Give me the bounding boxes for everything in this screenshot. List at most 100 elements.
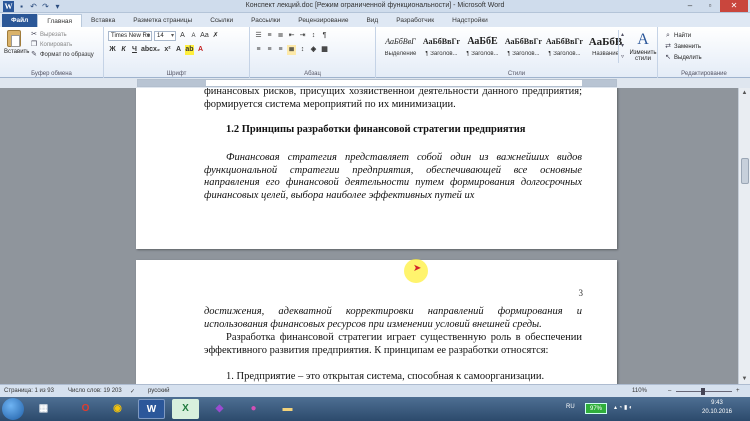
- line-spacing-icon[interactable]: ↕: [298, 45, 307, 55]
- increase-indent-icon[interactable]: ⇥: [298, 31, 307, 41]
- font-name-select[interactable]: Times New Ro: [108, 31, 152, 41]
- style-item[interactable]: АаБбВвГ Выделение: [380, 30, 421, 62]
- style-sample: АаБбВвГг: [422, 37, 461, 46]
- start-button[interactable]: [2, 398, 24, 420]
- maximize-button[interactable]: ▫: [700, 0, 720, 12]
- tab-home[interactable]: Главная: [37, 14, 83, 27]
- paragraph-group-label: Абзац: [304, 71, 321, 77]
- font-size-select[interactable]: 14: [154, 31, 176, 41]
- document-area[interactable]: финансовых рисков, присущих хозяйственно…: [0, 88, 738, 384]
- styles-scroll[interactable]: ▴ ▾ ▿: [618, 30, 626, 63]
- minimize-button[interactable]: –: [680, 0, 700, 12]
- style-sample: АаБбВвГг: [504, 37, 543, 46]
- explorer-icon[interactable]: ▦: [30, 399, 57, 419]
- zoom-level[interactable]: 110%: [632, 388, 647, 394]
- replace-label: Заменить: [674, 44, 701, 50]
- tab-references[interactable]: Ссылки: [201, 14, 242, 27]
- superscript-icon[interactable]: x²: [163, 45, 172, 55]
- borders-icon[interactable]: ▦: [320, 45, 329, 55]
- shading-icon[interactable]: ◈: [309, 45, 318, 55]
- excel-taskbar-icon[interactable]: X: [172, 399, 199, 419]
- tab-insert[interactable]: Вставка: [82, 14, 124, 27]
- battery-indicator[interactable]: 97%: [585, 403, 607, 414]
- cut-button[interactable]: ✂ Вырезать: [30, 30, 94, 40]
- scroll-up-icon[interactable]: ▲: [739, 88, 750, 98]
- style-item[interactable]: АаБбВвГг ¶ Заголов...: [421, 30, 462, 62]
- app-icon[interactable]: ●: [240, 399, 267, 419]
- binoculars-icon: ⌕: [666, 32, 670, 39]
- page-count[interactable]: Страница: 1 из 93: [4, 388, 54, 394]
- grow-font-icon[interactable]: A: [178, 31, 187, 41]
- style-item[interactable]: АаБбЕ ¶ Заголов...: [462, 30, 503, 62]
- media-app-icon[interactable]: ◆: [206, 399, 233, 419]
- bold-icon[interactable]: Ж: [108, 45, 117, 55]
- word-count[interactable]: Число слов: 19 203: [68, 388, 122, 394]
- zoom-out-icon[interactable]: –: [668, 388, 671, 394]
- shrink-font-icon[interactable]: A: [189, 31, 198, 41]
- chevron-down-icon[interactable]: ▾: [619, 41, 626, 52]
- find-button[interactable]: ⌕ Найти: [664, 30, 702, 41]
- style-item[interactable]: АаБбВвГг ¶ Заголов...: [503, 30, 544, 62]
- clock-time: 9:43: [711, 400, 723, 406]
- ribbon: Вставить ✂ Вырезать ❐ Копировать ✎ Формат п…: [0, 27, 750, 78]
- align-left-icon[interactable]: ≡: [254, 45, 263, 55]
- align-right-icon[interactable]: ≡: [276, 45, 285, 55]
- sort-icon[interactable]: ↕: [309, 31, 318, 41]
- keyboard-language[interactable]: RU: [566, 404, 575, 410]
- text-effects-icon[interactable]: A: [174, 45, 183, 55]
- tab-mailings[interactable]: Рассылки: [242, 14, 289, 27]
- strikethrough-icon[interactable]: abc: [141, 45, 153, 55]
- scroll-down-icon[interactable]: ▼: [739, 374, 750, 384]
- tab-view[interactable]: Вид: [357, 14, 387, 27]
- decrease-indent-icon[interactable]: ⇤: [287, 31, 296, 41]
- horizontal-ruler[interactable]: [0, 78, 750, 88]
- change-styles-button[interactable]: A Изменить стили: [628, 30, 658, 62]
- align-center-icon[interactable]: ≡: [265, 45, 274, 55]
- spellcheck-icon[interactable]: ✓: [130, 388, 135, 395]
- format-painter-button[interactable]: ✎ Формат по образцу: [30, 50, 94, 60]
- vertical-scrollbar[interactable]: ▲ ▼: [738, 88, 750, 384]
- page[interactable]: финансовых рисков, присущих хозяйственно…: [136, 88, 617, 249]
- multilevel-list-icon[interactable]: ≣: [276, 31, 285, 41]
- zoom-slider-knob[interactable]: [701, 388, 705, 395]
- copy-button[interactable]: ❐ Копировать: [30, 40, 94, 50]
- scroll-thumb[interactable]: [741, 158, 749, 184]
- tab-file[interactable]: Файл: [2, 14, 38, 27]
- italic-icon[interactable]: К: [119, 45, 128, 55]
- highlight-icon[interactable]: ab: [185, 45, 194, 55]
- subscript-icon[interactable]: x₂: [152, 45, 161, 55]
- tab-review[interactable]: Рецензирование: [289, 14, 357, 27]
- select-button[interactable]: ↖ Выделить: [664, 52, 702, 63]
- bullets-icon[interactable]: ☰: [254, 31, 263, 41]
- opera-icon[interactable]: O: [72, 399, 99, 419]
- page[interactable]: 3 достижения, адекватной корректировки н…: [136, 260, 617, 384]
- mouse-pointer-icon: ➤: [413, 263, 422, 274]
- paste-button[interactable]: Вставить: [4, 30, 29, 55]
- show-marks-icon[interactable]: ¶: [320, 31, 329, 41]
- font-color-icon[interactable]: A: [196, 45, 205, 55]
- folder-icon[interactable]: ▬: [274, 399, 301, 419]
- underline-icon[interactable]: Ч: [130, 45, 139, 55]
- clock[interactable]: 9:43 20.10.2016: [692, 399, 742, 417]
- more-styles-icon[interactable]: ▿: [619, 52, 626, 63]
- chrome-icon[interactable]: ◉: [104, 399, 131, 419]
- replace-button[interactable]: ⇄ Заменить: [664, 41, 702, 52]
- tab-page-layout[interactable]: Разметка страницы: [124, 14, 201, 27]
- style-name: ¶ Заголов...: [507, 51, 540, 57]
- justify-icon[interactable]: ≣: [287, 45, 296, 55]
- window-title: Конспект лекций.doc [Режим ограниченной …: [245, 2, 505, 9]
- numbering-icon[interactable]: ≡: [265, 31, 274, 41]
- close-button[interactable]: ✕: [720, 0, 748, 12]
- clear-formatting-icon[interactable]: ✗: [211, 31, 220, 41]
- word-taskbar-icon[interactable]: W: [138, 399, 165, 419]
- tray-icons[interactable]: ▴ ◔ ▮ ◐: [614, 404, 633, 411]
- chevron-up-icon[interactable]: ▴: [619, 30, 626, 41]
- change-styles-icon: A: [637, 31, 649, 48]
- scissors-icon: ✂: [31, 31, 37, 38]
- language[interactable]: русский: [148, 388, 170, 394]
- change-case-icon[interactable]: Аа: [200, 31, 209, 41]
- zoom-in-icon[interactable]: +: [736, 388, 740, 394]
- style-item[interactable]: АаБбВвГг ¶ Заголов...: [544, 30, 585, 62]
- tab-developer[interactable]: Разработчик: [387, 14, 443, 27]
- tab-addins[interactable]: Надстройки: [443, 14, 497, 27]
